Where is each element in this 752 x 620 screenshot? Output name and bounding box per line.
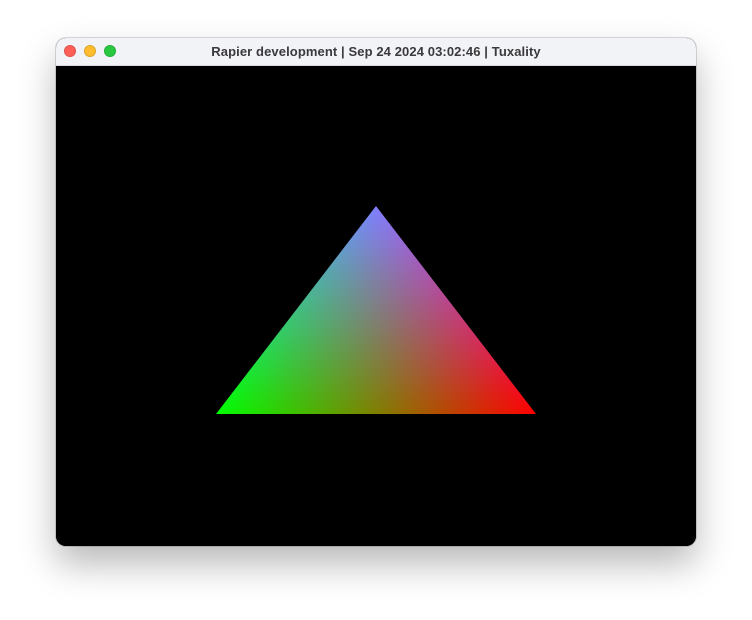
render-surface bbox=[216, 206, 536, 414]
triangle bbox=[216, 206, 536, 414]
title-bar[interactable]: Rapier development | Sep 24 2024 03:02:4… bbox=[56, 38, 696, 66]
app-window: Rapier development | Sep 24 2024 03:02:4… bbox=[56, 38, 696, 546]
window-title: Rapier development | Sep 24 2024 03:02:4… bbox=[211, 44, 541, 59]
render-canvas[interactable] bbox=[56, 66, 696, 546]
